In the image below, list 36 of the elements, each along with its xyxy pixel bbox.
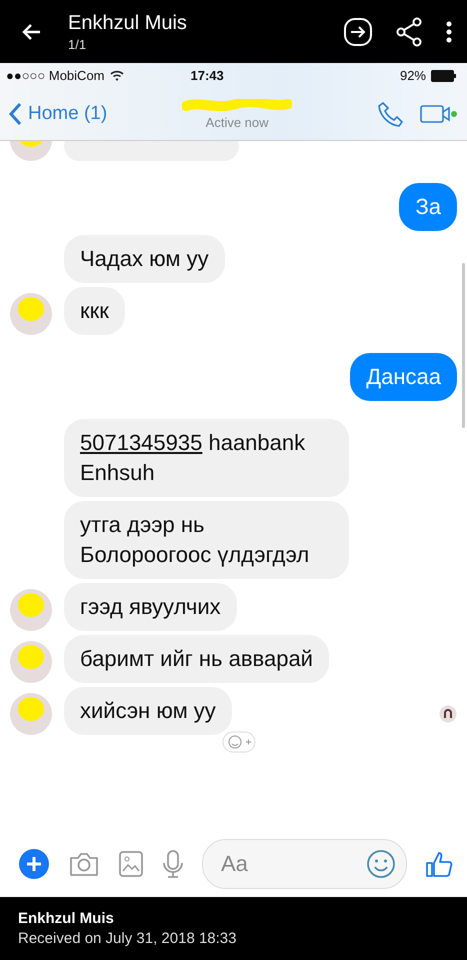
like-icon[interactable] [425,850,453,878]
phone-icon[interactable] [377,100,405,128]
add-reaction-icon[interactable] [222,731,256,753]
share-icon[interactable] [395,16,423,46]
message-bubble: хийсэн юм уу [64,687,232,735]
more-menu-icon[interactable] [445,20,453,42]
message-bubble: За [399,183,457,231]
message-bubble: 5071345935 haanbank Enhsuh [64,419,349,497]
camera-icon[interactable] [68,850,100,878]
clock: 17:43 [190,68,225,83]
back-button[interactable]: Home (1) [8,102,108,126]
received-date: Received on July 31, 2018 18:33 [18,930,238,947]
seen-avatar [439,705,457,723]
carrier-label: ●●○○○ MobiCom [6,68,104,83]
presence-status: Active now [206,114,269,130]
message-bubble: Чадах юм уу [64,235,225,283]
viewer-title: Enkhzul Muis [68,12,188,34]
emoji-icon[interactable] [366,849,396,879]
battery-percent: 92% [400,68,426,83]
message-bubble: гээд явуулчих [64,583,237,631]
video-call-icon[interactable] [419,102,459,126]
add-icon[interactable] [18,848,50,880]
account-number-link[interactable]: 5071345935 [80,430,202,455]
microphone-icon[interactable] [162,849,184,879]
forward-icon[interactable] [343,16,373,46]
message-bubble: Дансаа [350,353,457,401]
image-icon[interactable] [118,850,144,878]
sender-name: Enkhzul Muis [18,910,115,927]
image-counter: 1/1 [68,36,88,52]
message-input[interactable]: Aa [202,839,407,889]
battery-icon [431,70,457,82]
message-bubble: ккк [64,287,125,335]
message-bubble: баримт ийг нь авварай [64,635,329,683]
wifi-icon [110,70,124,81]
chevron-icon [8,102,22,126]
message-bubble: утга дээр нь Болороогоос үлдэгдэл [64,501,349,579]
